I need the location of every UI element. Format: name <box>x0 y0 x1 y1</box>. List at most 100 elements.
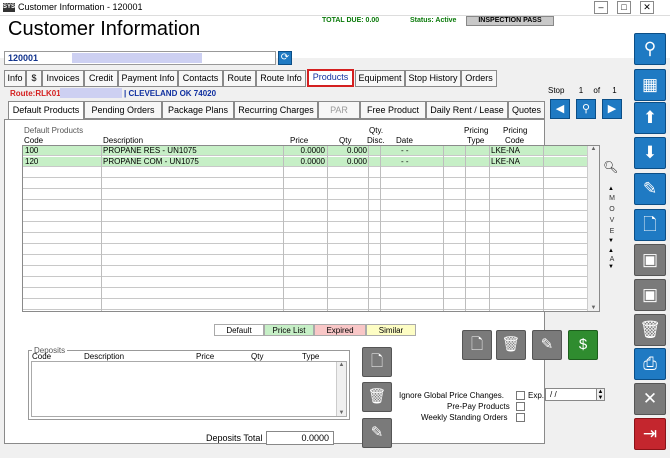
minimize-icon[interactable]: – <box>594 1 608 14</box>
weekly-checkbox[interactable] <box>516 413 525 422</box>
col-code: Code <box>24 136 44 145</box>
add-icon[interactable]: ▣ <box>634 244 666 276</box>
total-due: TOTAL DUE: 0.00 <box>322 17 380 24</box>
close-icon[interactable]: ✕ <box>634 383 666 415</box>
dep-col-description: Description <box>84 352 125 361</box>
prepay-checkbox[interactable] <box>516 402 525 411</box>
table-row[interactable]: 120 PROPANE COM - UN1075 0.0000 0.000 - … <box>23 157 588 167</box>
new-product-icon[interactable]: 🗋 <box>462 330 492 360</box>
empty-row <box>23 311 588 312</box>
deposits-list[interactable] <box>31 361 347 417</box>
new-deposit-icon[interactable]: 🗋 <box>362 347 392 377</box>
tab-info[interactable]: Info <box>4 70 26 87</box>
exp-spinner-icon[interactable]: ▲ ▼ <box>596 388 605 401</box>
empty-row <box>23 223 588 233</box>
pricing-icon[interactable]: $ <box>568 330 598 360</box>
sort-up-icon[interactable]: ▲ <box>608 248 614 254</box>
col-price: Price <box>290 136 309 145</box>
legend-price-list: Price List <box>264 324 314 336</box>
move-letter: O <box>609 206 615 213</box>
stop-of: of <box>593 86 601 95</box>
search-icon[interactable]: ⚲ <box>634 33 666 65</box>
products-grid[interactable]: 100 PROPANE RES - UN1075 0.0000 0.000 - … <box>22 145 600 312</box>
app-icon: SYS <box>3 3 16 12</box>
dep-col-type: Type <box>302 352 320 361</box>
scroll-down-icon[interactable]: ▼ <box>337 410 346 416</box>
delete-icon[interactable]: 🗑 <box>634 314 666 346</box>
search-stop-icon[interactable]: ⚲ <box>576 99 596 119</box>
prepay-label: Pre-Pay Products <box>447 402 510 411</box>
tab-payment-info[interactable]: Payment Info <box>118 70 178 87</box>
empty-row <box>23 179 588 189</box>
edit-deposit-icon[interactable]: ✎ <box>362 418 392 448</box>
ignore-global-checkbox[interactable] <box>516 391 525 400</box>
tab-invoices[interactable]: Invoices <box>42 70 84 87</box>
tab-credit[interactable]: Credit <box>84 70 118 87</box>
weekly-label: Weekly Standing Orders <box>421 413 508 422</box>
edit-product-icon[interactable]: ✎ <box>532 330 562 360</box>
subtab-pending-orders[interactable]: Pending Orders <box>84 101 162 119</box>
subtab-free-product[interactable]: Free Product <box>360 101 426 119</box>
tab-equipment[interactable]: Equipment <box>355 70 405 87</box>
legend-expired: Expired <box>314 324 366 336</box>
magnify-icon[interactable]: 🔍︎ <box>603 160 618 174</box>
empty-row <box>23 168 588 178</box>
scroll-up-icon[interactable]: ▲ <box>588 146 599 152</box>
col-date: Date <box>396 136 413 145</box>
refresh-icon[interactable]: ⟳ <box>278 51 292 65</box>
empty-row <box>23 300 588 310</box>
move-letter: M <box>609 195 615 202</box>
empty-row <box>23 245 588 255</box>
delete-deposit-icon[interactable]: 🗑 <box>362 382 392 412</box>
legend-similar: Similar <box>366 324 416 336</box>
grid-icon[interactable]: ▦ <box>634 69 666 101</box>
cell-pricing-code: LKE-NA <box>491 146 520 155</box>
subtab-quotes[interactable]: Quotes <box>508 101 545 119</box>
tab-products[interactable]: Products <box>307 69 354 87</box>
tab-orders[interactable]: Orders <box>461 70 497 87</box>
status-text: Status: Active <box>410 17 457 24</box>
grid-divider <box>368 146 369 311</box>
edit-icon[interactable]: ✎ <box>634 173 666 205</box>
grid-scrollbar[interactable]: ▲ ▼ <box>587 146 599 311</box>
move-up-icon[interactable]: ▲ <box>608 186 614 192</box>
scroll-down-icon[interactable]: ▼ <box>588 305 599 311</box>
col-pricing-type-2: Type <box>467 136 485 145</box>
maximize-icon[interactable]: □ <box>617 1 631 14</box>
tab-dollar[interactable]: $ <box>26 70 42 87</box>
save-icon[interactable]: ▣ <box>634 279 666 311</box>
delete-product-icon[interactable]: 🗑 <box>496 330 526 360</box>
tab-stop-history[interactable]: Stop History <box>405 70 461 87</box>
tab-route[interactable]: Route <box>223 70 256 87</box>
print-icon[interactable]: ⎙ <box>634 348 666 380</box>
table-row[interactable]: 100 PROPANE RES - UN1075 0.0000 0.000 - … <box>23 146 588 156</box>
subtab-package-plans[interactable]: Package Plans <box>162 101 234 119</box>
dep-col-qty: Qty <box>251 352 264 361</box>
new-document-icon[interactable]: 🗋 <box>634 209 666 241</box>
move-down-icon[interactable]: ▼ <box>608 238 614 244</box>
scroll-up-icon[interactable]: ▲ <box>337 362 346 368</box>
arrow-down-icon[interactable]: ⬇ <box>634 137 666 169</box>
arrow-up-icon[interactable]: ⬆ <box>634 102 666 134</box>
next-stop-icon[interactable]: ▶ <box>602 99 622 119</box>
tab-contacts[interactable]: Contacts <box>178 70 223 87</box>
subtab-par[interactable]: PAR <box>318 101 360 119</box>
subtab-daily-rent-lease[interactable]: Daily Rent / Lease <box>426 101 508 119</box>
empty-row <box>23 212 588 222</box>
grid-divider <box>101 146 102 311</box>
exit-icon[interactable]: ⇥ <box>634 418 666 450</box>
cell-code: 120 <box>25 157 39 166</box>
previous-stop-icon[interactable]: ◀ <box>550 99 570 119</box>
subtab-recurring-charges[interactable]: Recurring Charges <box>234 101 318 119</box>
page-title: Customer Information <box>8 18 201 40</box>
col-pricing-type-1: Pricing <box>464 126 489 135</box>
sort-down-icon[interactable]: ▼ <box>608 264 614 270</box>
close-window-icon[interactable]: ✕ <box>640 1 654 14</box>
deposits-total-label: Deposits Total <box>206 433 263 443</box>
tab-route-info[interactable]: Route Info <box>256 70 306 87</box>
deposits-scrollbar[interactable]: ▲ ▼ <box>336 362 346 416</box>
exp-date-field[interactable]: / / <box>545 388 600 401</box>
subtab-default-products[interactable]: Default Products <box>8 101 84 120</box>
stop-total: 1 <box>612 86 617 95</box>
sort-letter: A <box>609 256 615 263</box>
